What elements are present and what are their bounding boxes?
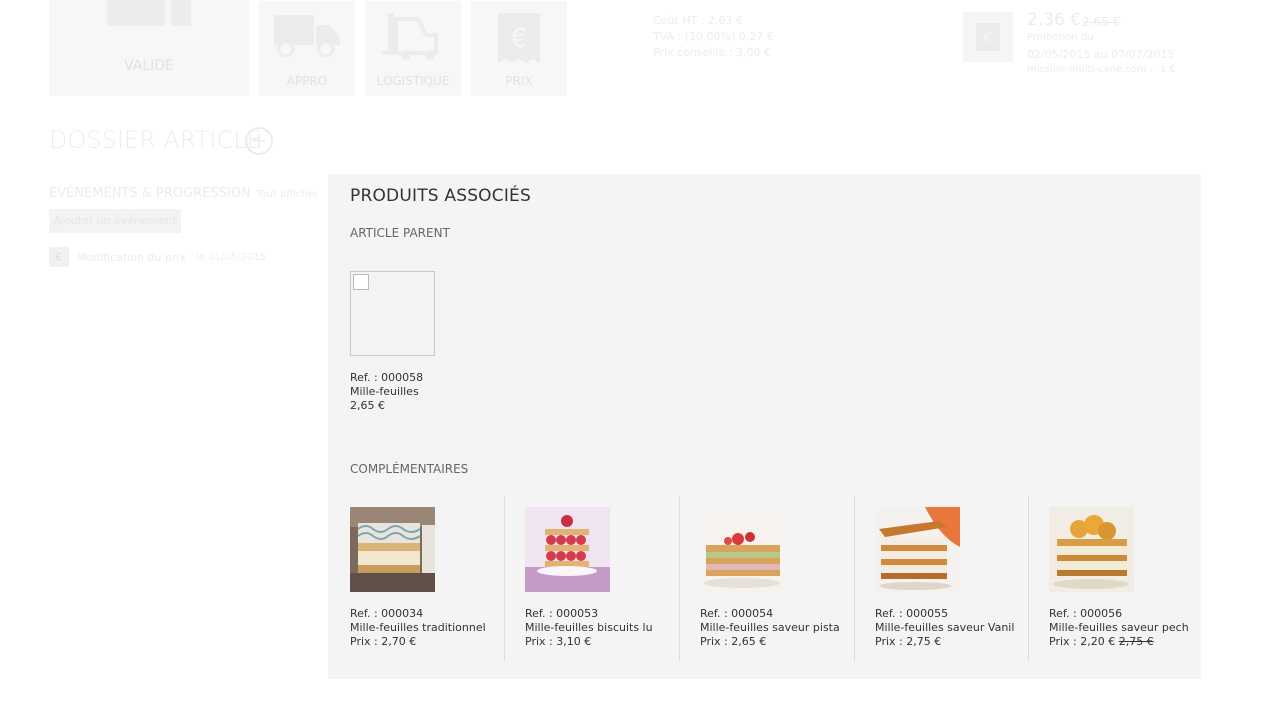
product-name: Mille-feuilles biscuits lu [525,621,653,634]
euro-icon: € [49,247,69,267]
product-info: Ref. : 000055 Mille-feuilles saveur Vani… [875,607,1015,649]
product-ref: Ref. : 000054 [700,607,774,620]
product-price: Prix : 2,70 € [350,635,417,648]
svg-text:€: € [983,28,993,47]
add-event-button[interactable]: Ajouter un événement [49,209,181,233]
vat-line: TVA : (10,00%) 0,27 € [653,30,774,43]
panel-title: PRODUITS ASSOCIÉS [350,186,531,206]
promo-note: mission-multi-cane.com : -1 € [1027,64,1176,75]
product-ref: Ref. : 000056 [1049,607,1123,620]
product-name: Mille-feuilles traditionnel [350,621,486,634]
product-name: Mille-feuilles saveur Vanille [875,621,1015,634]
tile-label: PRIX [505,74,533,88]
euro-icon: € [963,12,1013,62]
product-image[interactable] [525,507,610,592]
product-info: Ref. : 000053 Mille-feuilles biscuits lu… [525,607,665,649]
event-text: Modification du prix [77,250,187,264]
list-item[interactable]: Ref. : 000055 Mille-feuilles saveur Vani… [854,496,1029,661]
associated-products-panel: PRODUITS ASSOCIÉS ARTICLE PARENT Ref. : … [328,174,1201,679]
tile-label: APPRO [286,74,328,88]
event-item[interactable]: € Modification du prix le 01/05/2015 [49,247,266,267]
product-info: Ref. : 000054 Mille-feuilles saveur pist… [700,607,840,649]
product-ref: Ref. : 000053 [525,607,599,620]
event-date: le 01/05/2015 [196,251,266,263]
parent-product-image[interactable] [350,271,435,356]
product-image[interactable] [1049,507,1134,592]
svg-text:€: € [511,24,528,54]
product-name: Mille-feuilles saveur pech… [1049,621,1189,634]
euro-receipt-icon: € [496,11,542,69]
product-name: Mille-feuilles [350,385,419,398]
cost-line: Coût HT : 2,63 € [653,14,743,27]
show-all-link[interactable]: Tout afficher [256,189,318,200]
complementary-list: Ref. : 000034 Mille-feuilles traditionne… [328,496,1201,661]
broken-image-icon [353,274,369,290]
product-image[interactable] [875,507,960,592]
events-title: ÉVÉNEMENTS & PROGRESSION [49,186,251,201]
product-ref: Ref. : 000058 [350,371,424,384]
advised-price-line: Prix conseillé : 3,00 € [653,46,771,59]
product-image[interactable] [350,507,435,592]
product-price: Prix : 3,10 € [525,635,592,648]
promo-dates: 02/05/2015 au 07/07/2015 [1027,48,1175,61]
product-price: Prix : 2,20 € 2,75 € [1049,635,1154,648]
product-ref: Ref. : 000034 [350,607,424,620]
list-item[interactable]: Ref. : 000053 Mille-feuilles biscuits lu… [504,496,679,661]
product-price: Prix : 2,65 € [700,635,767,648]
product-price: Prix : 2,75 € [875,635,942,648]
promo-label: Promotion du [1027,32,1094,43]
product-info: Ref. : 000056 Mille-feuilles saveur pech… [1049,607,1189,649]
parent-section-title: ARTICLE PARENT [350,226,450,240]
list-item[interactable]: Ref. : 000056 Mille-feuilles saveur pech… [1028,496,1203,661]
product-price: 2,65 € [350,399,385,412]
truck-icon [272,11,342,61]
product-info: Ref. : 000034 Mille-feuilles traditionne… [350,607,490,649]
page-title: DOSSIER ARTICLE [49,126,262,154]
list-item[interactable]: Ref. : 000034 Mille-feuilles traditionne… [328,496,502,661]
product-ref: Ref. : 000055 [875,607,949,620]
promo-price: 2,36 € [1027,10,1082,30]
product-image[interactable] [700,507,785,592]
product-name: Mille-feuilles saveur pista… [700,621,840,634]
parent-product-info[interactable]: Ref. : 000058 Mille-feuilles 2,65 € [350,371,423,413]
tile-prix[interactable]: € PRIX [471,1,567,96]
tile-label: LOGISTIQUE [376,74,450,88]
tile-logistique[interactable]: LOGISTIQUE [365,1,461,96]
list-item[interactable]: Ref. : 000054 Mille-feuilles saveur pist… [679,496,854,661]
forklift-icon [382,11,444,65]
tile-valide[interactable]: VALIDÉ [49,0,249,96]
complementary-section-title: COMPLÉMENTAIRES [350,462,469,476]
tile-label: VALIDÉ [124,58,174,74]
windows-icon [107,0,191,32]
tile-appro[interactable]: APPRO [259,1,355,96]
add-circle-icon[interactable]: + [245,127,273,155]
promo-old-price: 2,65 € [1082,15,1121,29]
